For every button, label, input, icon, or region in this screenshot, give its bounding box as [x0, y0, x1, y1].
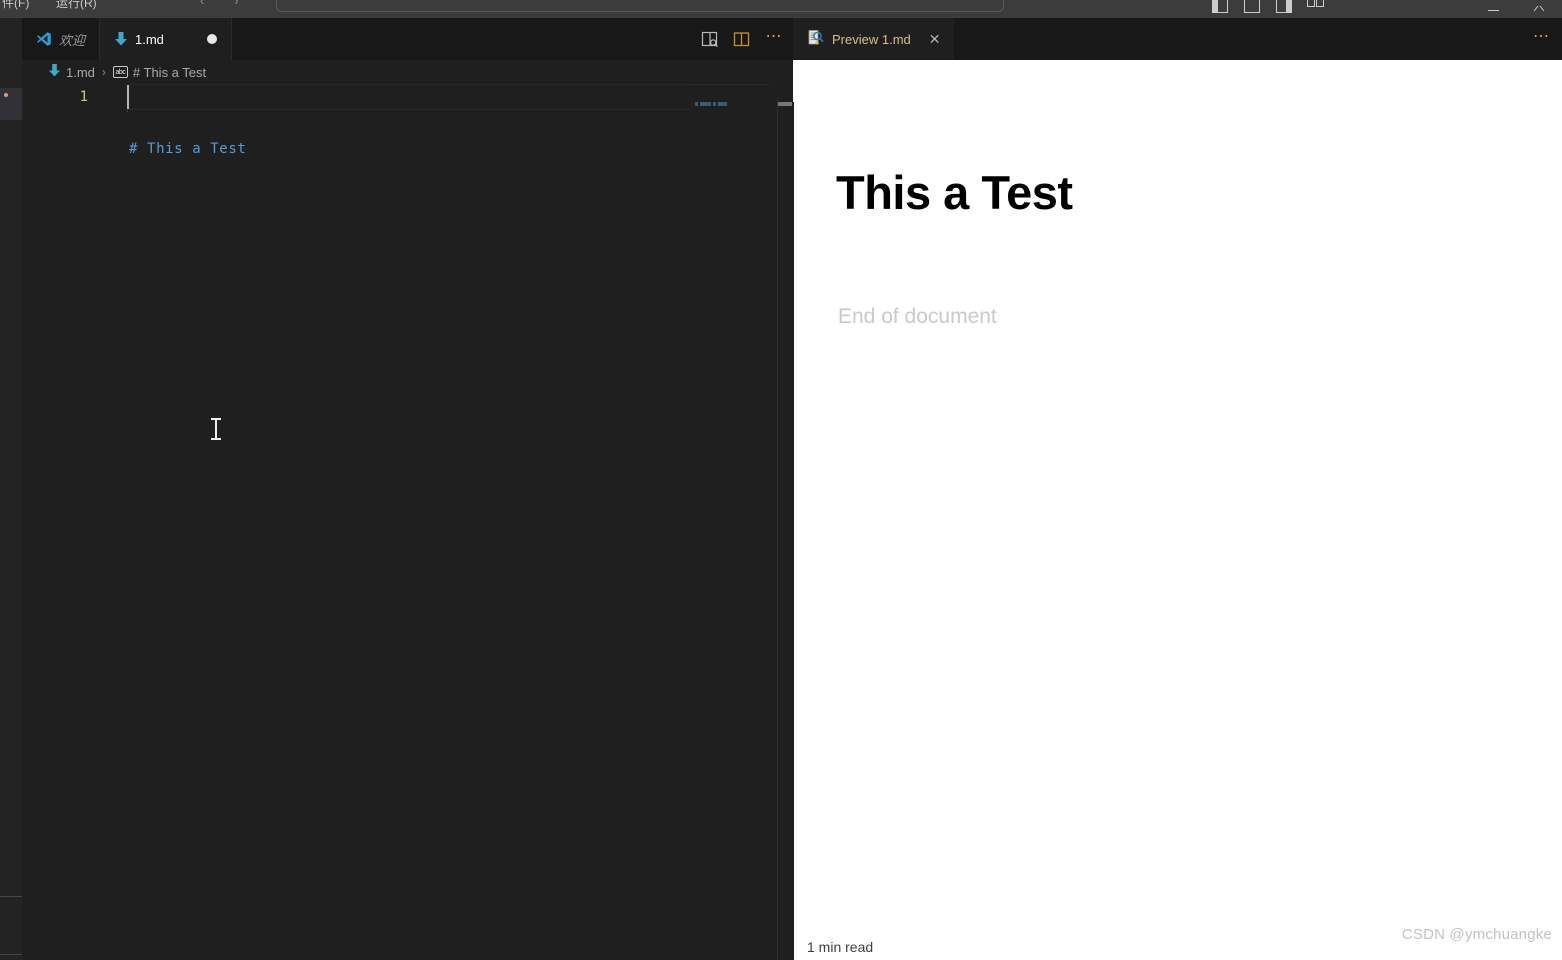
close-icon[interactable]: ✕ — [929, 32, 941, 46]
minimap-slider[interactable] — [691, 84, 771, 85]
editor-tab-label: 1.md — [135, 31, 164, 47]
command-center[interactable] — [276, 0, 1004, 12]
breadcrumb: 1.md › abc # This a Test — [22, 60, 793, 84]
window-minimize-button[interactable] — [1470, 0, 1516, 12]
preview-tab-bar: Preview 1.md ✕ ⋯ — [793, 18, 1562, 60]
customize-layout-icon[interactable] — [1300, 0, 1332, 13]
toggle-panel-icon[interactable] — [1236, 0, 1268, 13]
editor-tab-welcome[interactable]: 欢迎 — [22, 18, 101, 60]
line-number: 1 — [79, 89, 88, 105]
editor-tab-1md[interactable]: 1.md — [100, 18, 232, 60]
activity-bar-badge-dot — [4, 93, 8, 97]
preview-tab-label: Preview 1.md — [832, 31, 911, 47]
window-maximize-button[interactable] — [1516, 0, 1562, 12]
breadcrumb-file-label: 1.md — [66, 64, 95, 80]
markdown-preview-content[interactable]: This a Test End of document 1 min read C… — [793, 60, 1562, 960]
window-controls — [1470, 0, 1562, 12]
markdown-preview-icon — [807, 29, 824, 49]
preview-more-actions-button[interactable]: ⋯ — [1533, 18, 1550, 60]
tab-dirty-indicator[interactable] — [206, 34, 217, 44]
minimap-code-line — [695, 102, 727, 106]
code-editor[interactable]: 1 # This a Test — [22, 84, 793, 960]
open-preview-side-icon[interactable] — [695, 24, 725, 54]
preview-heading: This a Test — [836, 166, 1073, 219]
editor-tab-actions: ⋯ — [695, 18, 789, 60]
code-content[interactable]: # This a Test — [129, 84, 246, 214]
title-bar: 件(F) 运行(R) ‹› 1.md — [0, 0, 1562, 18]
markdown-icon — [114, 31, 128, 47]
breadcrumb-symbol-label: # This a Test — [132, 64, 207, 80]
string-symbol-icon: abc — [112, 66, 128, 78]
activity-bar-item-explorer[interactable] — [0, 88, 22, 120]
scrollbar-thumb[interactable] — [778, 102, 792, 106]
vscode-logo-icon — [36, 31, 52, 47]
mouse-ibeam-cursor — [211, 418, 221, 440]
end-of-document-label: End of document — [838, 305, 997, 328]
code-line: # This a Test — [129, 141, 247, 157]
toggle-secondary-sidebar-icon[interactable] — [1268, 0, 1300, 13]
editor-tab-label: 欢迎 — [59, 32, 86, 48]
read-time-label: 1 min read — [807, 939, 874, 955]
markdown-icon — [48, 63, 61, 81]
chevron-right-icon: › — [101, 65, 106, 79]
editor-more-actions-button[interactable]: ⋯ — [759, 24, 789, 54]
activity-bar[interactable] — [0, 18, 22, 960]
preview-tab[interactable]: Preview 1.md ✕ — [793, 18, 955, 60]
split-editor-icon[interactable] — [727, 24, 757, 54]
menu-item-file[interactable]: 件(F) — [2, 0, 29, 11]
activity-bar-divider — [0, 896, 22, 897]
watermark: CSDN @ymchuangke — [1401, 926, 1552, 943]
breadcrumb-item-symbol[interactable]: abc # This a Test — [112, 64, 207, 80]
navigation-arrows[interactable]: ‹› — [200, 0, 269, 8]
preview-left-border — [793, 102, 794, 960]
activity-bar-divider — [0, 954, 22, 955]
editor-vertical-scrollbar[interactable] — [778, 84, 792, 960]
menu-item-run[interactable]: 运行(R) — [56, 0, 97, 11]
breadcrumb-item-file[interactable]: 1.md — [48, 63, 95, 81]
indent-guide — [127, 110, 128, 112]
command-center-label: 1.md — [340, 0, 364, 1]
editor-tab-bar: 欢迎 1.md ⋯ — [22, 18, 793, 60]
line-number-gutter: 1 — [22, 84, 110, 110]
toggle-primary-sidebar-icon[interactable] — [1204, 0, 1236, 13]
layout-icon-group — [1204, 0, 1332, 13]
preview-group: Preview 1.md ✕ ⋯ This a Test End of docu… — [793, 18, 1562, 960]
vscode-window: 件(F) 运行(R) ‹› 1.md — [0, 0, 1562, 960]
editor-group: 欢迎 1.md ⋯ 1.md › abc # This a Test 1 # T… — [22, 18, 793, 960]
minimap[interactable] — [691, 84, 771, 960]
